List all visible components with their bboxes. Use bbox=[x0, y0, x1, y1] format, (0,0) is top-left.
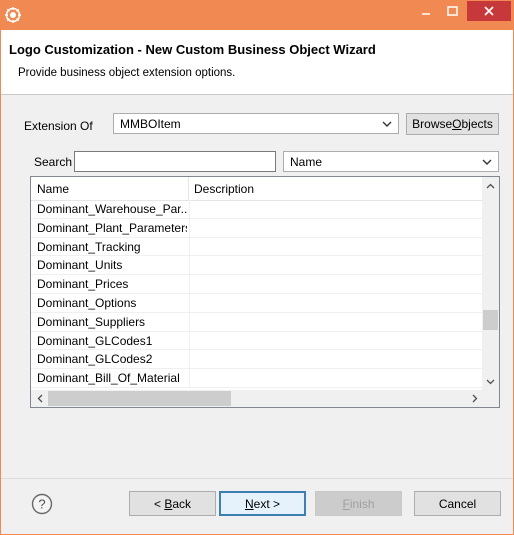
table-row[interactable]: Dominant_Options bbox=[31, 293, 483, 313]
scroll-corner bbox=[482, 390, 499, 407]
wizard-window: Logo Customization - New Custom Business… bbox=[0, 0, 514, 535]
cell-divider bbox=[189, 369, 190, 387]
table-row[interactable]: Dominant_GLCodes1 bbox=[31, 331, 483, 351]
scroll-left-button[interactable] bbox=[31, 390, 48, 407]
table-row[interactable]: Dominant_Suppliers bbox=[31, 312, 483, 332]
horizontal-scrollbar[interactable] bbox=[31, 390, 483, 407]
close-icon bbox=[484, 6, 494, 16]
row-name: Dominant_GLCodes1 bbox=[37, 333, 153, 348]
scroll-up-button[interactable] bbox=[482, 177, 499, 194]
search-field-combo[interactable]: Name bbox=[283, 151, 499, 172]
scroll-down-button[interactable] bbox=[482, 373, 499, 390]
table-row[interactable]: Dominant_GLCodes2 bbox=[31, 350, 483, 370]
row-name: Dominant_Options bbox=[37, 295, 137, 310]
cell-divider bbox=[189, 350, 190, 369]
cell-divider bbox=[189, 218, 190, 237]
wizard-title: Logo Customization - New Custom Business… bbox=[9, 42, 376, 57]
footer-separator bbox=[1, 478, 513, 479]
back-button[interactable]: < Back bbox=[129, 491, 216, 516]
title-bar[interactable] bbox=[1, 1, 513, 30]
table-row[interactable]: Dominant_Bill_Of_Material bbox=[31, 369, 483, 388]
cell-divider bbox=[189, 312, 190, 331]
cell-divider bbox=[189, 275, 190, 293]
row-name: Dominant_Units bbox=[37, 258, 123, 273]
svg-text:?: ? bbox=[38, 497, 45, 512]
minimize-icon bbox=[422, 13, 430, 15]
search-label: Search bbox=[34, 155, 73, 169]
close-button[interactable] bbox=[467, 1, 511, 21]
column-divider[interactable] bbox=[188, 177, 189, 200]
chevron-down-icon bbox=[382, 121, 392, 127]
help-icon[interactable]: ? bbox=[31, 493, 53, 515]
row-name: Dominant_Suppliers bbox=[37, 314, 146, 329]
row-name: Dominant_Prices bbox=[37, 277, 129, 292]
maximize-icon bbox=[446, 5, 458, 16]
cancel-button[interactable]: Cancel bbox=[414, 491, 501, 516]
chevron-right-icon bbox=[472, 394, 477, 403]
vertical-scroll-thumb[interactable] bbox=[483, 310, 498, 330]
table-row[interactable]: Dominant_Prices bbox=[31, 275, 483, 294]
extension-of-label: Extension Of bbox=[24, 119, 93, 133]
horizontal-scroll-thumb[interactable] bbox=[48, 391, 231, 406]
cell-divider bbox=[189, 293, 190, 312]
extension-of-value: MMBOItem bbox=[120, 117, 181, 131]
wizard-header: Logo Customization - New Custom Business… bbox=[1, 30, 513, 95]
chevron-down-icon bbox=[486, 379, 495, 384]
table-body: Dominant_Warehouse_Par... Dominant_Plant… bbox=[31, 200, 483, 388]
table-header: Name Description bbox=[31, 177, 483, 201]
next-button[interactable]: Next > bbox=[219, 491, 306, 516]
search-input[interactable] bbox=[74, 151, 276, 172]
scroll-right-button[interactable] bbox=[466, 390, 483, 407]
chevron-left-icon bbox=[37, 394, 42, 403]
column-header-name[interactable]: Name bbox=[37, 182, 69, 196]
chevron-up-icon bbox=[486, 183, 495, 188]
browse-objects-button[interactable]: Browse Objects bbox=[406, 113, 499, 135]
cell-divider bbox=[189, 200, 190, 218]
table-row[interactable]: Dominant_Tracking bbox=[31, 237, 483, 257]
row-name: Dominant_GLCodes2 bbox=[37, 352, 153, 367]
table-row[interactable]: Dominant_Units bbox=[31, 256, 483, 276]
minimize-button[interactable] bbox=[413, 1, 439, 21]
cell-divider bbox=[189, 256, 190, 275]
chevron-down-icon bbox=[482, 159, 492, 165]
row-name: Dominant_Bill_Of_Material bbox=[37, 371, 180, 386]
row-name: Dominant_Warehouse_Par... bbox=[37, 202, 187, 216]
objects-table[interactable]: Name Description Dominant_Warehouse_Par.… bbox=[30, 176, 500, 408]
row-name: Dominant_Plant_Parameters bbox=[37, 220, 187, 235]
maximize-button[interactable] bbox=[439, 1, 465, 21]
column-header-description[interactable]: Description bbox=[194, 182, 254, 196]
extension-of-combo[interactable]: MMBOItem bbox=[113, 113, 399, 134]
eclipse-app-icon bbox=[5, 7, 21, 23]
search-field-value: Name bbox=[290, 155, 323, 169]
cell-divider bbox=[189, 331, 190, 350]
table-row[interactable]: Dominant_Plant_Parameters bbox=[31, 218, 483, 238]
table-row[interactable]: Dominant_Warehouse_Par... bbox=[31, 200, 483, 219]
wizard-description: Provide business object extension option… bbox=[18, 67, 236, 79]
cell-divider bbox=[189, 237, 190, 256]
row-name: Dominant_Tracking bbox=[37, 239, 141, 254]
vertical-scrollbar[interactable] bbox=[482, 177, 499, 390]
finish-button: Finish bbox=[315, 491, 402, 516]
